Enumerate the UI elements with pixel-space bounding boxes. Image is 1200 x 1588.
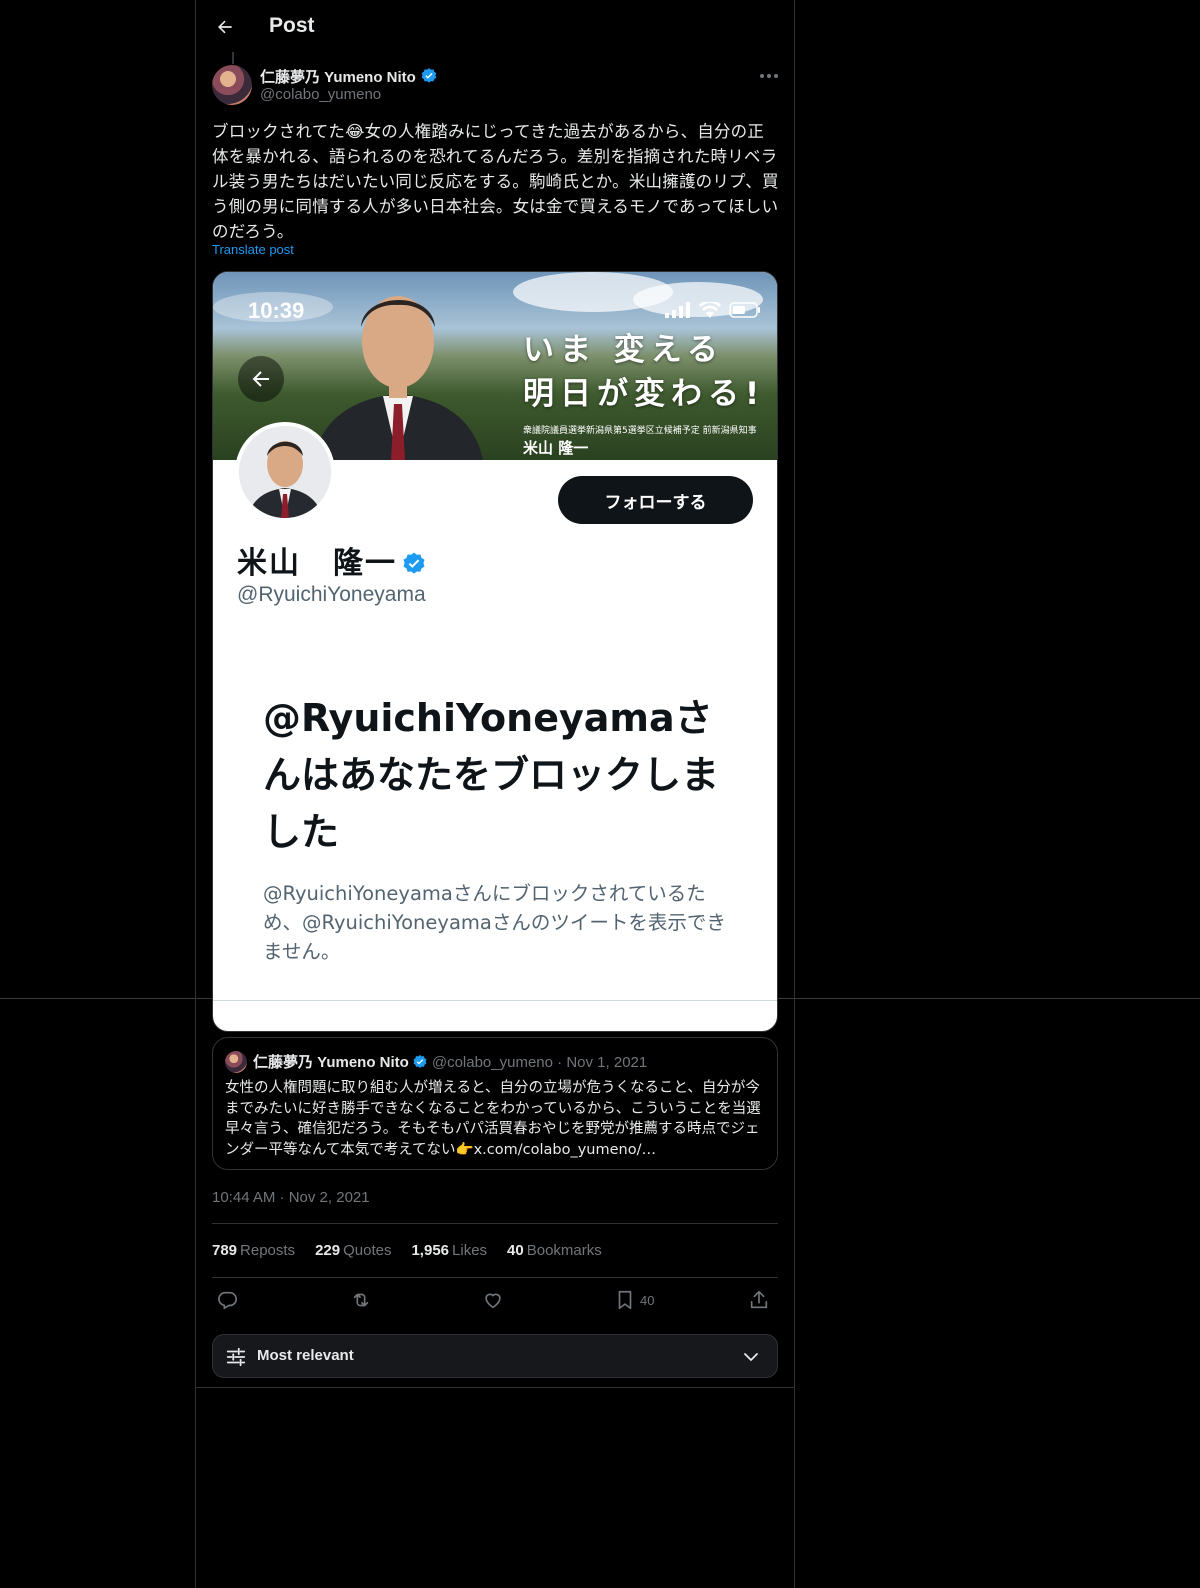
post-text: ブロックされてた😂女の人権踏みにじってきた過去があるから、自分の正体を暴かれる、… xyxy=(212,122,779,241)
engagement-stats: 789 Reposts 229 Quotes 1,956 Likes 40 Bookma… xyxy=(212,1242,602,1259)
bookmark-count: 40 xyxy=(640,1292,655,1308)
reply-button[interactable] xyxy=(216,1289,238,1311)
repost-icon xyxy=(353,1293,369,1307)
heart-icon xyxy=(485,1293,501,1309)
quotes-label: Quotes xyxy=(343,1242,392,1259)
back-button[interactable] xyxy=(210,12,240,42)
candidate-photo xyxy=(313,296,483,460)
screenshot-blocked-title: @RyuichiYoneyamaさんはあなたをブロックしました xyxy=(263,696,720,854)
screenshot-profile-handle: @RyuichiYoneyama xyxy=(237,583,426,606)
author-handle[interactable]: @colabo_yumeno xyxy=(260,86,381,103)
quoted-author-name: 仁藤夢乃 Yumeno Nito xyxy=(253,1054,409,1071)
banner-subtitle: 衆議院議員選挙新潟県第5選挙区立候補予定 前新潟県知事 xyxy=(523,426,757,436)
reposts-count: 789 xyxy=(212,1242,238,1259)
share-button[interactable] xyxy=(748,1289,770,1311)
quoted-author-handle: @colabo_yumeno xyxy=(431,1054,553,1071)
more-dot-icon xyxy=(767,74,771,78)
banner-slogan-line-2: 明日が変わる! xyxy=(523,376,766,412)
quoted-author-avatar xyxy=(225,1051,247,1073)
likes-label: Likes xyxy=(452,1242,488,1259)
arrow-left-icon xyxy=(218,20,232,34)
filter-sliders-icon xyxy=(226,1347,246,1367)
likes-stat[interactable]: 1,956 Likes xyxy=(411,1242,487,1259)
quoted-text: 女性の人権問題に取り組む人が増えると、自分の立場が危うくなること、自分が今までみ… xyxy=(225,1080,761,1158)
screenshot-blocked-description: @RyuichiYoneyamaさんにブロックされているため、@RyuichiY… xyxy=(263,882,726,963)
quoted-separator: · xyxy=(557,1054,563,1071)
attached-image[interactable]: 10:39 いま 変える 明日が変わる! 衆議院議員選挙新潟県第5選挙区立候補予… xyxy=(212,271,778,1032)
quoted-date: Nov 1, 2021 xyxy=(566,1054,648,1071)
quotes-count: 229 xyxy=(315,1242,341,1259)
verified-badge-icon xyxy=(413,1055,427,1068)
reposts-stat[interactable]: 789 Reposts xyxy=(212,1242,295,1259)
profile-portrait xyxy=(239,426,331,518)
top-bar: Post xyxy=(196,0,794,54)
more-dot-icon xyxy=(774,74,778,78)
section-divider xyxy=(196,1387,794,1388)
battery-icon xyxy=(729,302,760,318)
share-icon xyxy=(750,1290,768,1309)
bookmark-button[interactable]: 40 xyxy=(614,1289,654,1311)
post-column: Post 仁藤夢乃 Yumeno Nito @colabo_yumeno ブロッ… xyxy=(195,0,795,1588)
repost-button[interactable] xyxy=(350,1289,372,1311)
screenshot-back-button xyxy=(238,356,284,402)
quoted-post[interactable]: 仁藤夢乃 Yumeno Nito @colabo_yumeno · Nov 1, … xyxy=(212,1037,778,1170)
screenshot-follow-button: フォローする xyxy=(558,476,753,524)
divider xyxy=(212,1223,778,1224)
signal-icon xyxy=(665,302,690,318)
verified-badge-icon xyxy=(403,552,425,574)
bookmarks-stat[interactable]: 40 Bookmarks xyxy=(507,1242,602,1259)
arrow-left-icon xyxy=(252,371,269,387)
screenshot-profile-name: 米山 隆一 xyxy=(237,546,397,581)
likes-count: 1,956 xyxy=(411,1242,450,1259)
divider xyxy=(212,1277,778,1278)
bookmarks-label: Bookmarks xyxy=(526,1242,602,1259)
quoted-header: 仁藤夢乃 Yumeno Nito @colabo_yumeno · Nov 1, … xyxy=(253,1051,647,1072)
translate-post-link[interactable]: Translate post xyxy=(212,242,294,257)
reposts-label: Reposts xyxy=(240,1242,296,1259)
thread-connector xyxy=(232,52,234,64)
more-options-button[interactable] xyxy=(754,64,784,88)
like-button[interactable] xyxy=(482,1289,504,1311)
banner-slogan-line-1: いま 変える xyxy=(523,332,724,368)
verified-badge-icon xyxy=(421,68,437,83)
quotes-stat[interactable]: 229 Quotes xyxy=(315,1242,391,1259)
bookmarks-count: 40 xyxy=(507,1242,524,1259)
screenshot-profile-name-row: 米山 隆一 xyxy=(237,538,427,582)
reply-sort-dropdown[interactable]: Most relevant xyxy=(212,1334,778,1378)
post-timestamp[interactable]: 10:44 AM · Nov 2, 2021 xyxy=(212,1189,370,1206)
bookmark-icon xyxy=(618,1290,632,1310)
screenshot-divider xyxy=(213,1000,777,1001)
screenshot-profile-picture xyxy=(235,422,335,522)
author-avatar[interactable] xyxy=(212,65,252,105)
chevron-down-icon xyxy=(744,1353,758,1361)
page-title: Post xyxy=(269,14,315,37)
action-bar: 40 xyxy=(212,1286,778,1316)
status-bar-time: 10:39 xyxy=(248,298,305,323)
sort-label: Most relevant xyxy=(257,1347,354,1364)
status-bar-icons xyxy=(665,302,761,318)
wifi-icon xyxy=(699,302,721,318)
author-name-row[interactable]: 仁藤夢乃 Yumeno Nito xyxy=(260,66,438,87)
author-name[interactable]: 仁藤夢乃 Yumeno Nito xyxy=(260,69,416,86)
reply-icon xyxy=(218,1291,237,1310)
more-dot-icon xyxy=(760,74,764,78)
banner-name: 米山 隆一 xyxy=(523,439,589,457)
